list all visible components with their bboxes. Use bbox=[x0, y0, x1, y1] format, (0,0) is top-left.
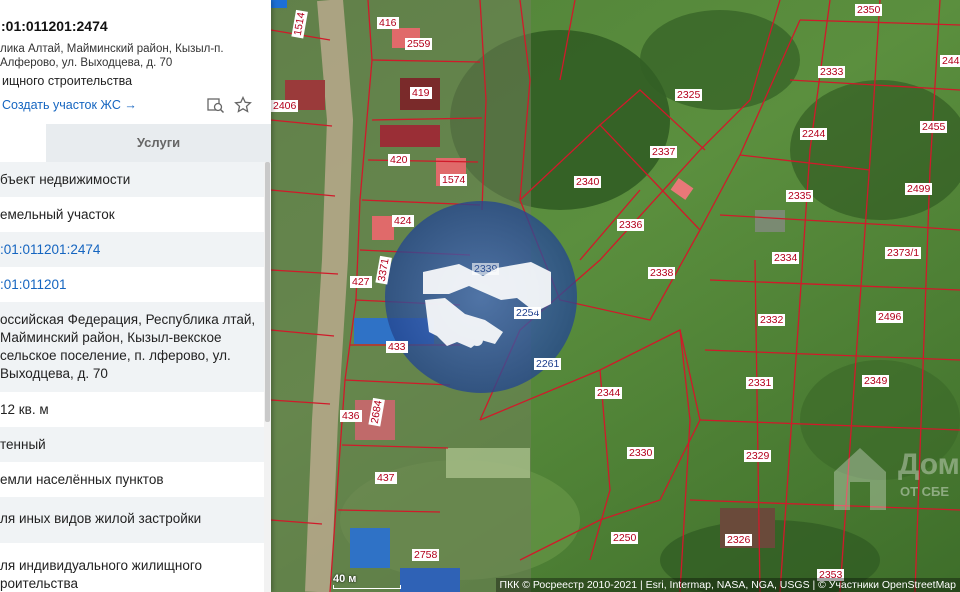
plot-label: 2758 bbox=[412, 549, 440, 561]
plot-label: 2349 bbox=[862, 375, 890, 387]
cadastral-number-title: :01:011201:2474 bbox=[1, 18, 108, 34]
attr-value: емли населённых пунктов bbox=[0, 472, 164, 487]
domclick-watermark: Дом ОТ СБЕ bbox=[830, 438, 960, 518]
attributes-list: бъект недвижимости емельный участок :01:… bbox=[0, 162, 264, 592]
attr-value: ля иных видов жилой застройки bbox=[0, 511, 202, 526]
list-item: бъект недвижимости bbox=[0, 162, 264, 197]
handshake-icon[interactable] bbox=[385, 202, 577, 392]
attr-value: бъект недвижимости bbox=[0, 172, 131, 187]
plot-label: 436 bbox=[340, 410, 362, 422]
cad-quarter-link[interactable]: :01:011201 bbox=[0, 276, 258, 294]
plot-label: 2338 bbox=[648, 267, 676, 279]
plot-label: 2340 bbox=[574, 176, 602, 188]
list-item[interactable]: :01:011201:2474 bbox=[0, 232, 264, 267]
plot-label: 2559 bbox=[405, 38, 433, 50]
plot-label: 437 bbox=[375, 472, 397, 484]
plot-label: 2406 bbox=[271, 100, 299, 112]
watermark-subtext: ОТ СБЕ bbox=[900, 484, 950, 499]
scale-label: 40 м bbox=[333, 573, 357, 585]
panel-header: :01:011201:2474 лика Алтай, Майминский р… bbox=[0, 0, 271, 124]
attr-value: тенный bbox=[0, 437, 46, 452]
plot-label: 2336 bbox=[617, 219, 645, 231]
plot-label: 1574 bbox=[440, 174, 468, 186]
plot-label: 2335 bbox=[786, 190, 814, 202]
plot-label: 416 bbox=[377, 17, 399, 29]
panel-scrollbar[interactable] bbox=[264, 162, 271, 592]
purpose-text: ищного строительства bbox=[2, 74, 133, 88]
star-icon[interactable] bbox=[234, 96, 252, 114]
attr-value: 12 кв. м bbox=[0, 402, 49, 417]
house-logo-icon bbox=[834, 448, 886, 510]
plot-label: 2329 bbox=[744, 450, 772, 462]
plot-label: 2499 bbox=[905, 183, 933, 195]
map-scale: 40 м bbox=[333, 573, 403, 591]
plot-label: 2250 bbox=[611, 532, 639, 544]
plot-label: 2455 bbox=[920, 121, 948, 133]
list-item: емли населённых пунктов bbox=[0, 462, 264, 497]
plot-label: 419 bbox=[410, 87, 432, 99]
address-text: лика Алтай, Майминский район, Кызыл-п. А… bbox=[0, 43, 224, 69]
search-map-icon[interactable] bbox=[207, 96, 225, 114]
tab-services[interactable]: Услуги bbox=[46, 124, 271, 162]
plot-label: 2344 bbox=[595, 387, 623, 399]
list-item: оссийская Федерация, Республика лтай, Ма… bbox=[0, 302, 264, 392]
plot-label: 2337 bbox=[650, 146, 678, 158]
plot-label: 244 bbox=[940, 55, 960, 67]
scrollbar-thumb[interactable] bbox=[265, 162, 270, 422]
plot-label: 2244 bbox=[800, 128, 828, 140]
plot-label: 2330 bbox=[627, 447, 655, 459]
cad-number-link[interactable]: :01:011201:2474 bbox=[0, 241, 258, 259]
tab-info[interactable] bbox=[0, 124, 46, 163]
plot-label: 2325 bbox=[675, 89, 703, 101]
list-item[interactable]: :01:011201 bbox=[0, 267, 264, 302]
plot-label: 2334 bbox=[772, 252, 800, 264]
scale-bar bbox=[333, 585, 401, 589]
list-item: ля иных видов жилой застройки bbox=[0, 497, 264, 543]
attr-value: оссийская Федерация, Республика лтай, Ма… bbox=[0, 312, 256, 381]
plot-label: 2373/1 bbox=[885, 247, 922, 259]
map-attribution: ПКК © Росреестр 2010-2021 | Esri, Interm… bbox=[495, 578, 960, 592]
plot-label: 2333 bbox=[818, 66, 846, 78]
list-item: тенный bbox=[0, 427, 264, 462]
attr-value: ля индивидуального жилищного роительства bbox=[0, 558, 203, 591]
plot-label: 2350 bbox=[855, 4, 883, 16]
create-plot-link[interactable]: Создать участок ЖС → bbox=[2, 98, 137, 112]
watermark-text: Дом bbox=[898, 448, 960, 481]
plot-label: 2496 bbox=[876, 311, 904, 323]
plot-label: 2331 bbox=[746, 377, 774, 389]
list-item: емельный участок bbox=[0, 197, 264, 232]
plot-label: 2326 bbox=[725, 534, 753, 546]
plot-label: 427 bbox=[350, 276, 372, 288]
panel-tabs: Услуги bbox=[0, 124, 271, 163]
list-item: ля индивидуального жилищного роительства bbox=[0, 543, 264, 592]
plot-label: 420 bbox=[388, 154, 410, 166]
info-panel: :01:011201:2474 лика Алтай, Майминский р… bbox=[0, 0, 271, 592]
plot-label: 2332 bbox=[758, 314, 786, 326]
list-item: 12 кв. м bbox=[0, 392, 264, 427]
attr-value: емельный участок bbox=[0, 207, 115, 222]
